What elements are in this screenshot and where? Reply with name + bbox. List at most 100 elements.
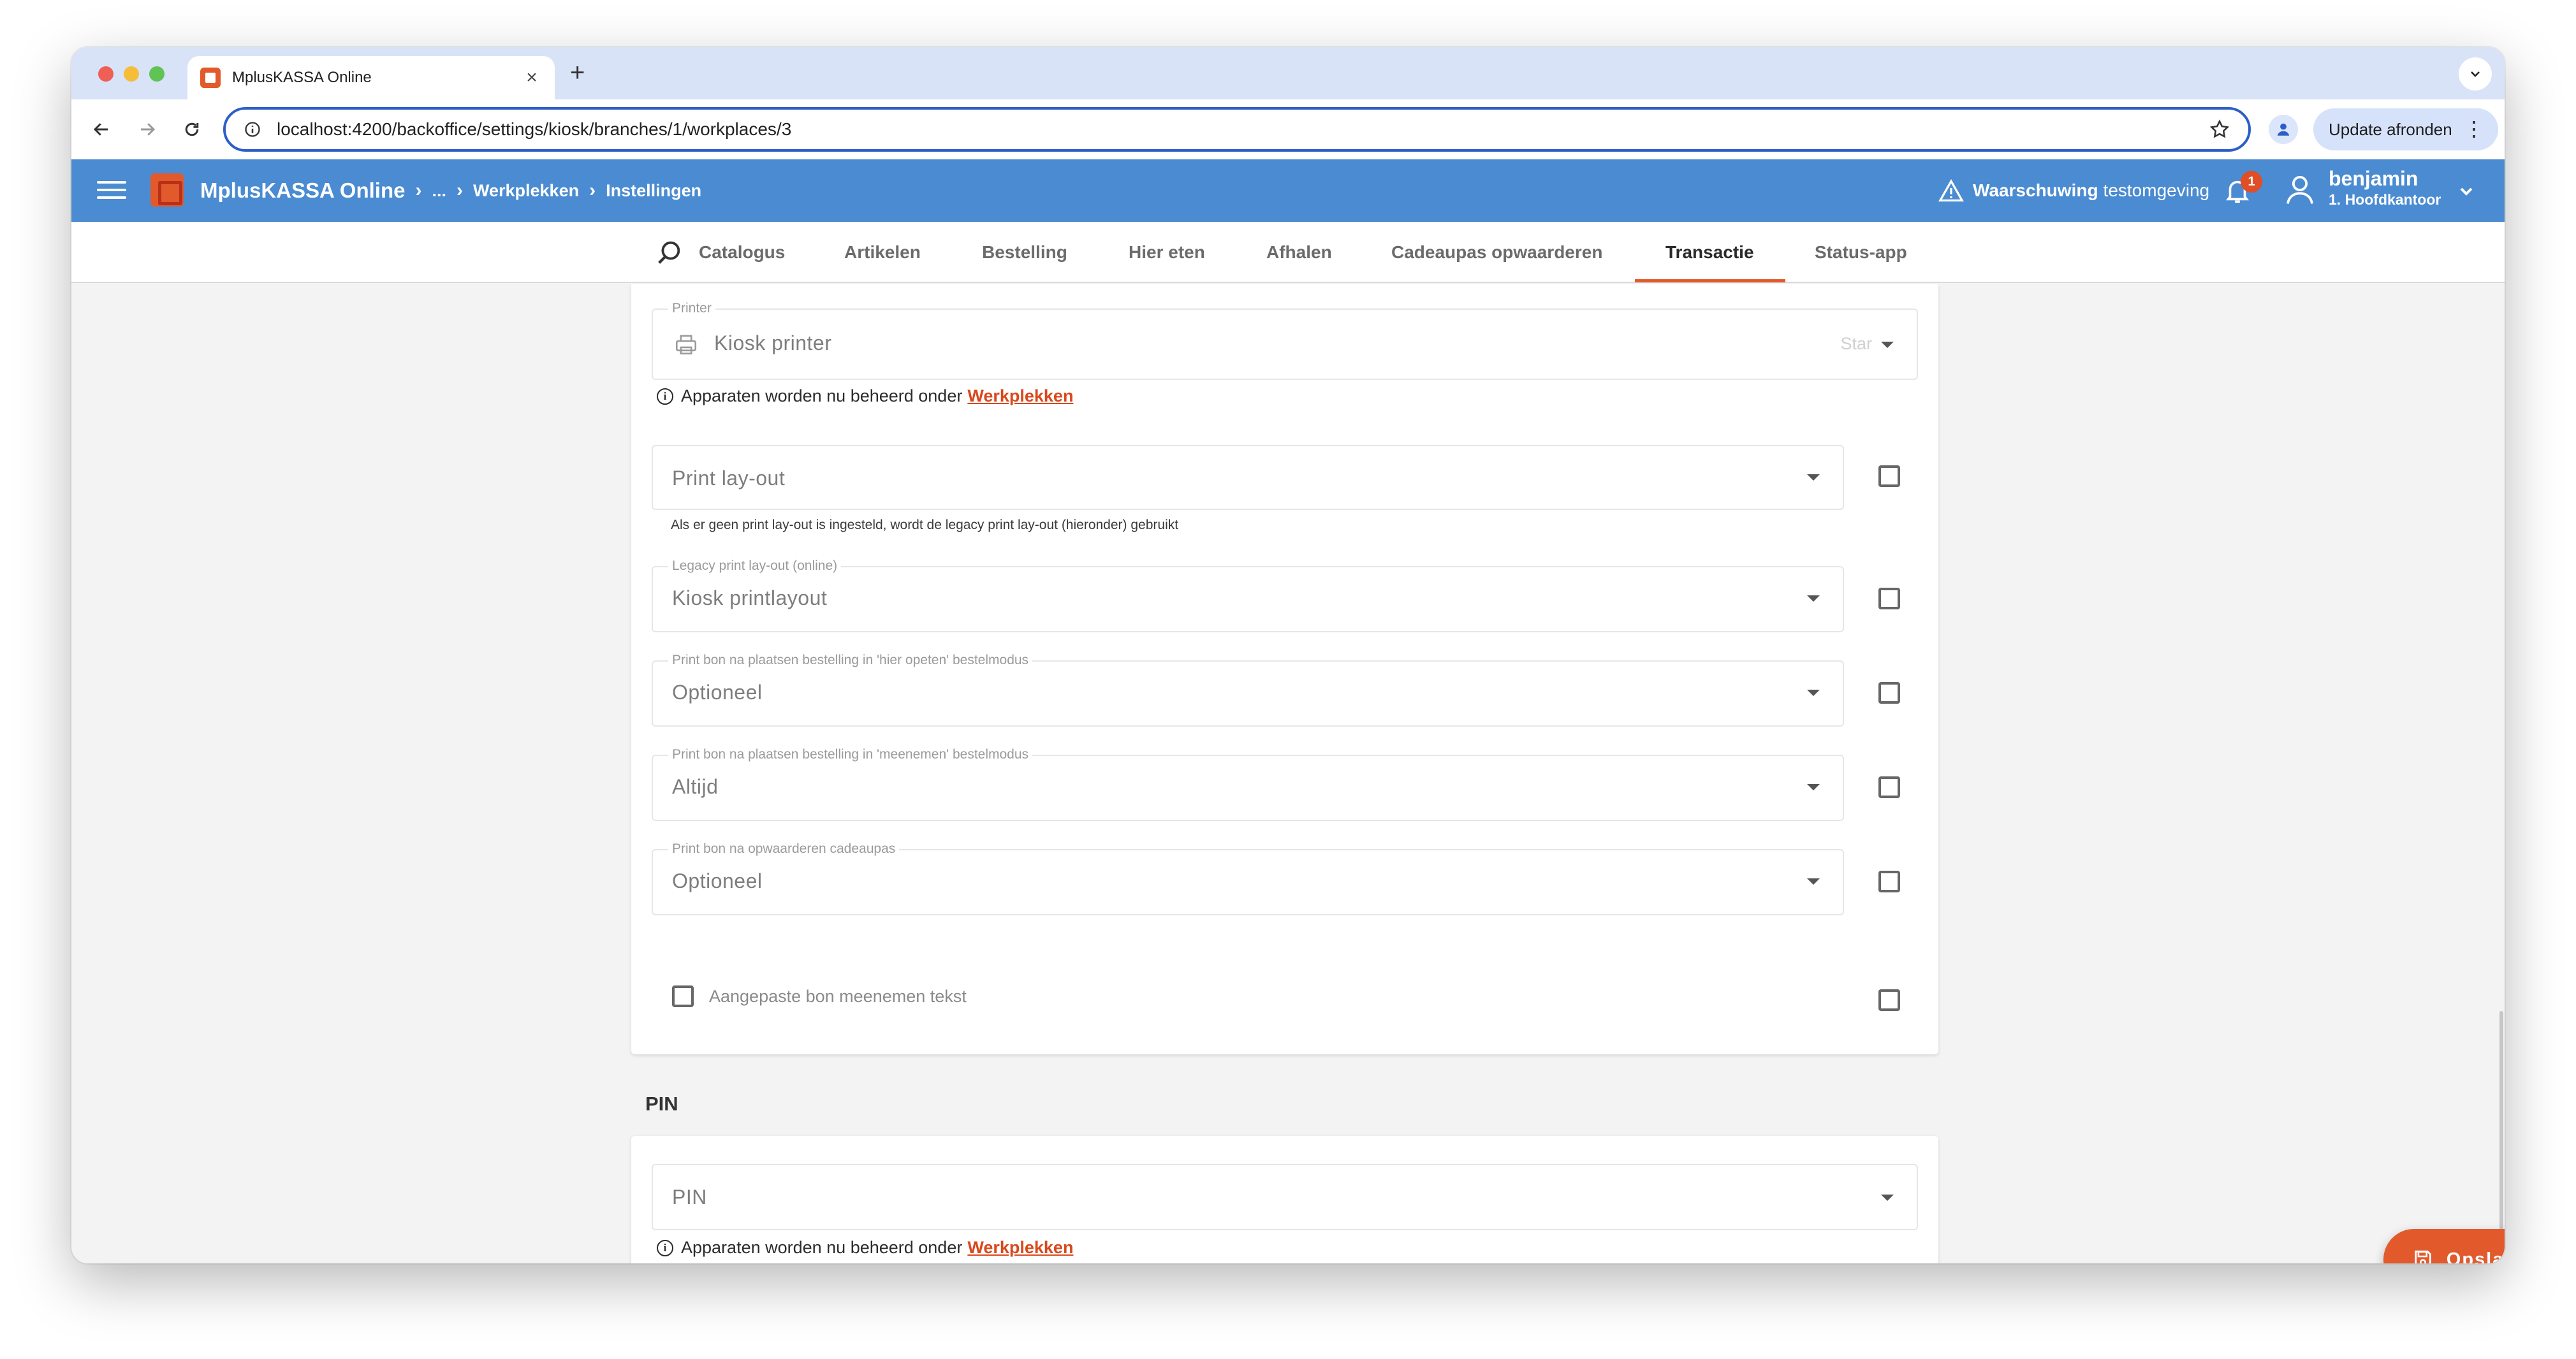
pin-devices-notice: i Apparaten worden nu beheerd onder Werk… <box>657 1238 1073 1258</box>
printer-icon <box>675 335 697 355</box>
user-icon[interactable] <box>2283 172 2317 207</box>
warning-title: Waarschuwing <box>1973 180 2098 200</box>
browser-tab[interactable]: MplusKASSA Online × <box>187 56 555 99</box>
tab-cadeaupas-opwaarderen[interactable]: Cadeaupas opwaarderen <box>1391 222 1602 283</box>
new-tab-icon[interactable]: + <box>570 59 585 87</box>
tab-hier-eten[interactable]: Hier eten <box>1129 222 1205 283</box>
legacy-print-layout-value: Kiosk printlayout <box>672 586 828 609</box>
breadcrumb-workplaces[interactable]: Werkplekken <box>473 181 579 201</box>
takeaway-receipt-label: Print bon na plaatsen bestelling in 'mee… <box>668 747 1033 762</box>
more-vert-icon[interactable]: ⋮ <box>2464 117 2484 141</box>
eat-in-receipt-select[interactable]: Print bon na plaatsen bestelling in 'hie… <box>652 653 1844 727</box>
printer-value: Kiosk printer <box>714 331 832 354</box>
dropdown-caret-icon <box>1881 1195 1894 1201</box>
legacy-print-layout-override-checkbox[interactable] <box>1878 588 1900 609</box>
print-layout-placeholder: Print lay-out <box>672 467 786 490</box>
tab-catalogus[interactable]: Catalogus <box>699 222 785 283</box>
menu-icon[interactable] <box>97 176 126 205</box>
browser-tab-title: MplusKASSA Online <box>232 69 372 86</box>
eat-in-receipt-override-checkbox[interactable] <box>1878 682 1900 704</box>
info-icon: i <box>657 1239 673 1256</box>
arrow-right-icon <box>141 123 156 136</box>
page-scrollbar[interactable] <box>2499 1011 2503 1263</box>
chevron-down-icon[interactable] <box>2456 181 2477 201</box>
browser-toolbar: localhost:4200/backoffice/settings/kiosk… <box>71 99 2505 159</box>
workplaces-link[interactable]: Werkplekken <box>967 386 1073 406</box>
devices-notice-text: Apparaten worden nu beheerd onder <box>681 386 963 405</box>
app-logo[interactable] <box>150 173 184 207</box>
settings-tabs: Catalogus Artikelen Bestelling Hier eten… <box>71 222 2505 283</box>
tab-bestelling[interactable]: Bestelling <box>982 222 1067 283</box>
takeaway-receipt-override-checkbox[interactable] <box>1878 776 1900 798</box>
person-icon <box>2277 123 2290 136</box>
eat-in-receipt-value: Optioneel <box>672 681 763 704</box>
devices-notice: i Apparaten worden nu beheerd onder Werk… <box>657 386 1073 406</box>
dropdown-caret-icon <box>1807 690 1820 696</box>
topup-receipt-override-checkbox[interactable] <box>1878 871 1900 892</box>
custom-takeaway-text-label: Aangepaste bon meenemen tekst <box>709 987 967 1006</box>
breadcrumb: MplusKASSA Online › ... › Werkplekken › … <box>200 159 701 222</box>
dropdown-caret-icon <box>1807 878 1820 885</box>
pin-select[interactable]: PIN <box>652 1164 1918 1230</box>
url-text: localhost:4200/backoffice/settings/kiosk… <box>277 119 792 139</box>
user-menu[interactable]: benjamin 1. Hoofdkantoor <box>2329 168 2441 207</box>
main-content: Printer Kiosk printer Star i Apparaten w… <box>71 284 2505 1263</box>
close-tab-icon[interactable]: × <box>522 67 542 89</box>
tab-transactie[interactable]: Transactie <box>1665 222 1754 283</box>
tab-status-app[interactable]: Status-app <box>1815 222 1907 283</box>
breadcrumb-ellipsis[interactable]: ... <box>432 181 446 201</box>
maximize-window-button[interactable] <box>149 66 165 82</box>
back-button[interactable] <box>87 115 116 144</box>
printer-status: Star <box>1840 334 1872 353</box>
dropdown-caret-icon <box>1807 595 1820 602</box>
pin-workplaces-link[interactable]: Werkplekken <box>967 1238 1073 1258</box>
address-bar[interactable]: localhost:4200/backoffice/settings/kiosk… <box>223 107 2251 152</box>
dropdown-caret-icon <box>1807 784 1820 790</box>
tab-afhalen[interactable]: Afhalen <box>1266 222 1332 283</box>
breadcrumb-separator: › <box>456 180 463 201</box>
reload-icon <box>185 122 199 136</box>
breadcrumb-separator: › <box>589 180 596 201</box>
pin-devices-notice-text: Apparaten worden nu beheerd onder <box>681 1238 963 1257</box>
printer-settings-card: Printer Kiosk printer Star i Apparaten w… <box>631 284 1938 1054</box>
search-icon[interactable] <box>654 238 684 268</box>
reload-button[interactable] <box>177 115 207 144</box>
warning-icon <box>1938 179 1964 202</box>
forward-button[interactable] <box>133 115 162 144</box>
update-button[interactable]: Update afronden ⋮ <box>2313 108 2498 150</box>
legacy-print-layout-label: Legacy print lay-out (online) <box>668 558 842 574</box>
pin-section-title: PIN <box>645 1093 678 1115</box>
print-layout-hint: Als er geen print lay-out is ingesteld, … <box>671 518 1179 532</box>
print-layout-select[interactable]: Print lay-out <box>652 445 1844 510</box>
profile-button[interactable] <box>2269 115 2298 144</box>
breadcrumb-app-name[interactable]: MplusKASSA Online <box>200 178 405 203</box>
save-button[interactable]: Opslaan <box>2383 1229 2505 1263</box>
environment-warning: Waarschuwing testomgeving <box>1938 159 2209 222</box>
takeaway-receipt-select[interactable]: Print bon na plaatsen bestelling in 'mee… <box>652 747 1844 821</box>
custom-takeaway-text-override-checkbox[interactable] <box>1878 989 1900 1011</box>
printer-select[interactable]: Printer Kiosk printer Star <box>652 301 1918 380</box>
topup-receipt-label: Print bon na opwaarderen cadeaupas <box>668 841 900 857</box>
tab-search-button[interactable] <box>2459 57 2492 91</box>
custom-takeaway-text-checkbox[interactable] <box>672 985 694 1007</box>
breadcrumb-separator: › <box>415 180 422 201</box>
site-info-icon[interactable] <box>244 120 261 138</box>
info-icon: i <box>657 388 673 405</box>
browser-window: MplusKASSA Online × + localhost:4200/bac… <box>71 47 2505 1263</box>
dropdown-caret-icon <box>1807 474 1820 481</box>
save-icon <box>2415 1250 2431 1263</box>
browser-tabstrip: MplusKASSA Online × + <box>71 47 2505 99</box>
legacy-print-layout-select[interactable]: Legacy print lay-out (online) Kiosk prin… <box>652 558 1844 632</box>
arrow-left-icon <box>93 123 108 136</box>
notification-badge: 1 <box>2241 171 2262 193</box>
bookmark-star-icon[interactable] <box>2209 119 2230 140</box>
topup-receipt-value: Optioneel <box>672 869 763 892</box>
topup-receipt-select[interactable]: Print bon na opwaarderen cadeaupas Optio… <box>652 841 1844 915</box>
close-window-button[interactable] <box>98 66 113 82</box>
breadcrumb-settings: Instellingen <box>606 180 702 200</box>
tab-artikelen[interactable]: Artikelen <box>844 222 921 283</box>
print-layout-override-checkbox[interactable] <box>1878 465 1900 487</box>
save-button-label: Opslaan <box>2446 1249 2505 1264</box>
pin-settings-card: PIN i Apparaten worden nu beheerd onder … <box>631 1136 1938 1263</box>
minimize-window-button[interactable] <box>124 66 139 82</box>
